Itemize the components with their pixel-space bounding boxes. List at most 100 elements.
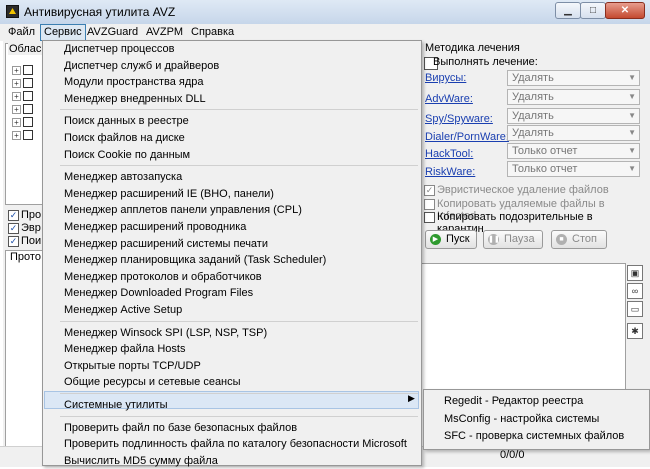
service-menu-item[interactable]: Диспетчер процессов	[64, 41, 174, 57]
service-menu-item[interactable]: Системные утилиты	[64, 397, 168, 413]
menu-service[interactable]: Сервис	[40, 24, 86, 41]
chevron-down-icon: ▼	[628, 92, 636, 101]
checkmark-icon[interactable]: ✓	[8, 236, 19, 247]
tree-row[interactable]: +	[12, 129, 42, 141]
service-menu-item[interactable]: Менеджер Active Setup	[64, 302, 182, 318]
chevron-down-icon: ▼	[628, 146, 636, 155]
service-menu-item[interactable]: Вычислить MD5 сумму файла	[64, 453, 218, 469]
maximize-button[interactable]: □	[580, 2, 606, 19]
dialer-action-select[interactable]: Удалять ▼	[507, 125, 640, 141]
menu-separator	[60, 415, 418, 417]
scan-area-label: Облас	[8, 43, 43, 55]
service-menu-item[interactable]: Открытые порты TCP/UDP	[64, 358, 201, 374]
dialer-link[interactable]: Dialer/PornWare:	[425, 131, 509, 143]
stop-button[interactable]: ■ Стоп	[551, 230, 607, 249]
expand-icon[interactable]: +	[12, 79, 21, 88]
checkmark-icon[interactable]: ✓	[424, 185, 435, 196]
menu-separator	[60, 320, 418, 322]
service-menu-item[interactable]: Менеджер Winsock SPI (LSP, NSP, TSP)	[64, 325, 267, 341]
chevron-down-icon: ▼	[628, 128, 636, 137]
advware-action-select[interactable]: Удалять ▼	[507, 89, 640, 105]
submenu-arrow-icon: ▶	[408, 393, 415, 403]
menu-file[interactable]: Файл	[5, 25, 38, 40]
heuristic-delete-checkbox[interactable]: ✓ Эвристическое удаление файлов	[424, 184, 639, 197]
hacktool-action-select[interactable]: Только отчет ▼	[507, 143, 640, 159]
treatment-method-title: Методика лечения	[425, 42, 520, 54]
settings-icon[interactable]: ✱	[627, 323, 643, 339]
advware-link[interactable]: AdvWare:	[425, 93, 473, 105]
riskware-action-select[interactable]: Только отчет ▼	[507, 161, 640, 177]
pause-button[interactable]: ❚❚ Пауза	[483, 230, 543, 249]
checkmark-icon[interactable]: ✓	[8, 223, 19, 234]
menu-avzguard[interactable]: AVZGuard	[84, 25, 141, 40]
tree-checkbox[interactable]	[23, 130, 33, 140]
expand-icon[interactable]: +	[12, 131, 21, 140]
service-menu-item[interactable]: Менеджер внедренных DLL	[64, 91, 206, 107]
service-menu-item[interactable]: Модули пространства ядра	[64, 74, 204, 90]
hacktool-link[interactable]: HackTool:	[425, 148, 473, 160]
scan-counter: 0/0/0	[500, 449, 525, 461]
tree-row[interactable]: +	[12, 77, 42, 89]
document-icon[interactable]: ▭	[627, 301, 643, 317]
submenu-item-regedit[interactable]: Regedit - Редактор реестра	[444, 393, 583, 409]
service-menu-item[interactable]: Менеджер расширений проводника	[64, 219, 246, 235]
copy-infected-checkbox[interactable]: Копировать удаляемые файлы в Infected	[424, 198, 639, 222]
menu-separator	[60, 165, 418, 167]
tree-checkbox[interactable]	[23, 104, 33, 114]
pause-icon: ❚❚	[488, 234, 500, 245]
execute-treatment-label: Выполнять лечение:	[433, 56, 538, 68]
service-menu-item[interactable]: Менеджер протоколов и обработчиков	[64, 269, 262, 285]
expand-icon[interactable]: +	[12, 118, 21, 127]
spyware-action-select[interactable]: Удалять ▼	[507, 108, 640, 124]
save-icon[interactable]: ▣	[627, 265, 643, 281]
expand-icon[interactable]: +	[12, 92, 21, 101]
tree-row[interactable]: +	[12, 103, 42, 115]
start-button[interactable]: ▶ Пуск	[425, 230, 477, 249]
tree-checkbox[interactable]	[23, 91, 33, 101]
chevron-down-icon: ▼	[628, 111, 636, 120]
glasses-icon[interactable]: ∞	[627, 283, 643, 299]
close-button[interactable]: ✕	[605, 2, 645, 19]
tree-checkbox[interactable]	[23, 65, 33, 75]
service-menu-item[interactable]: Проверить подлинность файла по каталогу …	[64, 436, 407, 452]
copy-quarantine-checkbox[interactable]: Копировать подозрительные в карантин	[424, 211, 639, 235]
menu-separator	[60, 393, 418, 394]
service-menu-item[interactable]: Диспетчер служб и драйверов	[64, 58, 219, 74]
avz-app-icon	[6, 5, 19, 18]
submenu-item-sfc[interactable]: SFC - проверка системных файлов	[444, 428, 624, 444]
virus-link[interactable]: Вирусы:	[425, 72, 466, 84]
virus-action-select[interactable]: Удалять ▼	[507, 70, 640, 86]
expand-icon[interactable]: +	[12, 66, 21, 75]
service-menu-item[interactable]: Поиск Cookie по данным	[64, 147, 190, 163]
tree-checkbox[interactable]	[23, 78, 33, 88]
expand-icon[interactable]: +	[12, 105, 21, 114]
service-menu-item[interactable]: Поиск файлов на диске	[64, 130, 185, 146]
stop-icon: ■	[556, 234, 567, 245]
minimize-button[interactable]: ▁	[555, 2, 581, 19]
service-menu-item[interactable]: Менеджер расширений IE (BHO, панели)	[64, 186, 274, 202]
tree-checkbox[interactable]	[23, 117, 33, 127]
menu-separator	[60, 109, 418, 111]
service-menu-item[interactable]: Поиск данных в реестре	[64, 113, 189, 129]
service-menu-item[interactable]: Менеджер автозапуска	[64, 169, 182, 185]
service-menu-item[interactable]: Общие ресурсы и сетевые сеансы	[64, 374, 241, 390]
checkmark-icon[interactable]: ✓	[8, 210, 19, 221]
riskware-link[interactable]: RiskWare:	[425, 166, 475, 178]
menu-avzpm[interactable]: AVZPM	[143, 25, 186, 40]
service-menu-item[interactable]: Менеджер Downloaded Program Files	[64, 285, 253, 301]
chevron-down-icon: ▼	[628, 164, 636, 173]
submenu-item-msconfig[interactable]: MsConfig - настройка системы	[444, 411, 599, 427]
window-title: Антивирусная утилита AVZ	[24, 5, 176, 19]
tree-row[interactable]: +	[12, 116, 42, 128]
service-menu-item[interactable]: Проверить файл по базе безопасных файлов	[64, 420, 297, 436]
chevron-down-icon: ▼	[628, 73, 636, 82]
service-menu-item[interactable]: Менеджер апплетов панели управления (CPL…	[64, 202, 302, 218]
tree-row[interactable]: +	[12, 90, 42, 102]
service-menu-item[interactable]: Менеджер расширений системы печати	[64, 236, 268, 252]
play-icon: ▶	[430, 234, 441, 245]
service-menu-item[interactable]: Менеджер файла Hosts	[64, 341, 185, 357]
menu-help[interactable]: Справка	[188, 25, 237, 40]
tree-row[interactable]: +	[12, 64, 42, 76]
spyware-link[interactable]: Spy/Spyware:	[425, 113, 493, 125]
service-menu-item[interactable]: Менеджер планировщика заданий (Task Sche…	[64, 252, 326, 268]
